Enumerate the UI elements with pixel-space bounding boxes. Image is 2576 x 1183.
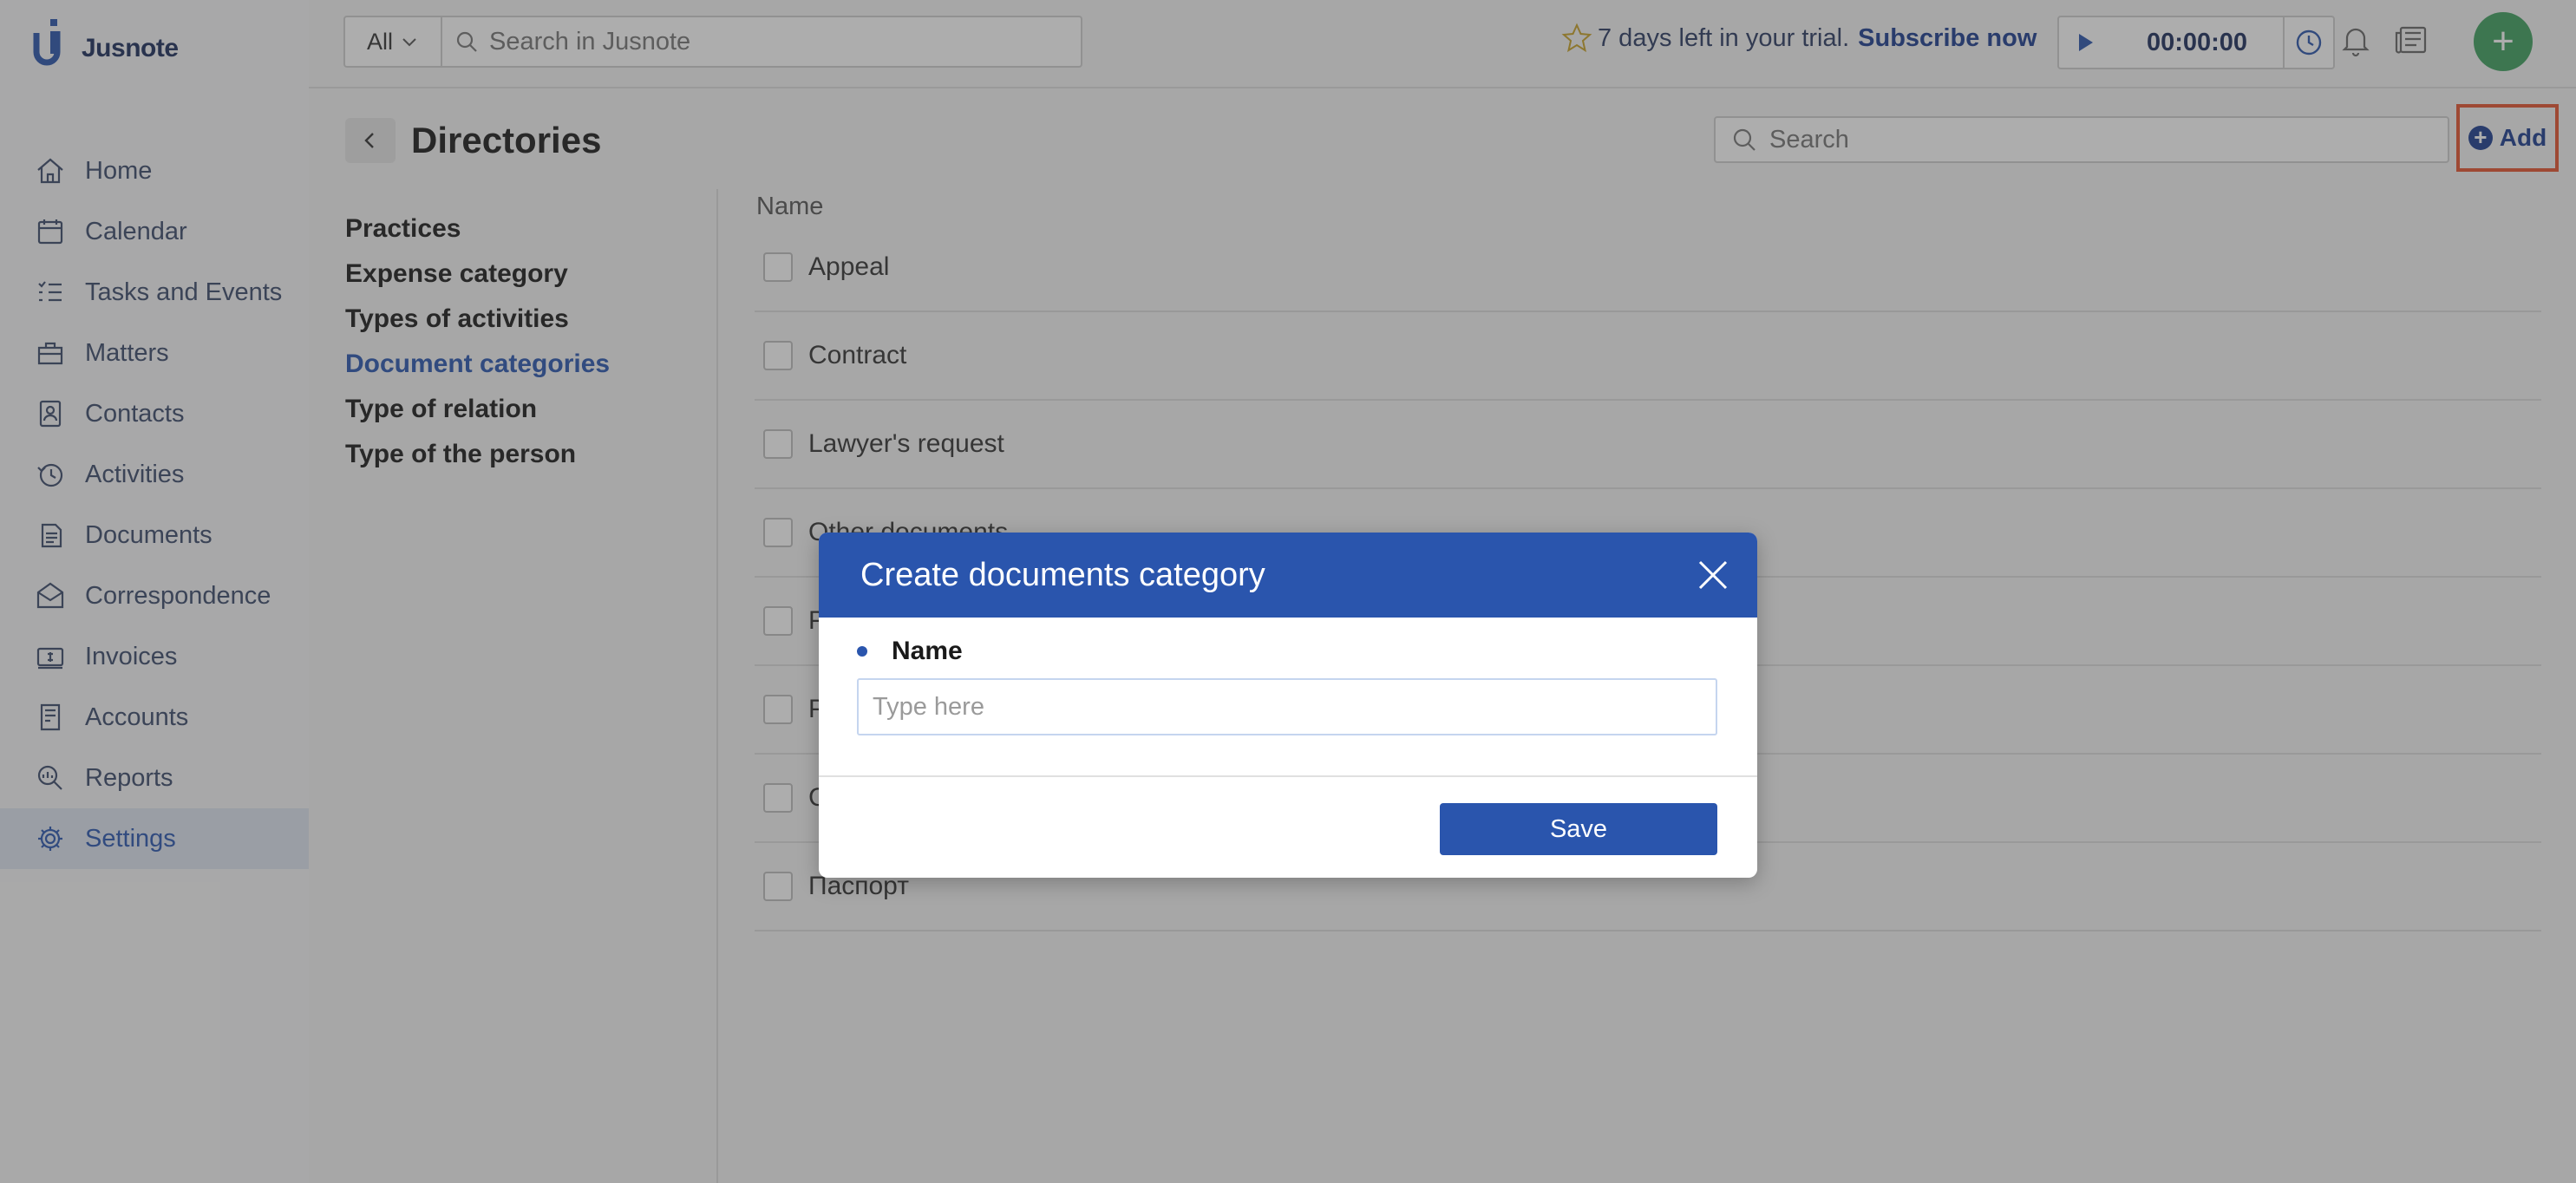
name-label-text: Name xyxy=(892,637,963,665)
dialog-title: Create documents category xyxy=(860,556,1265,593)
name-input[interactable] xyxy=(857,678,1717,735)
dialog-divider xyxy=(819,775,1757,777)
close-icon xyxy=(1698,560,1728,590)
save-button[interactable]: Save xyxy=(1440,803,1717,855)
required-dot xyxy=(857,646,867,657)
close-button[interactable] xyxy=(1691,553,1735,597)
name-field-label: Name xyxy=(857,637,963,666)
dialog-header: Create documents category xyxy=(819,533,1757,618)
create-category-dialog: Create documents category Name Save xyxy=(819,533,1757,878)
